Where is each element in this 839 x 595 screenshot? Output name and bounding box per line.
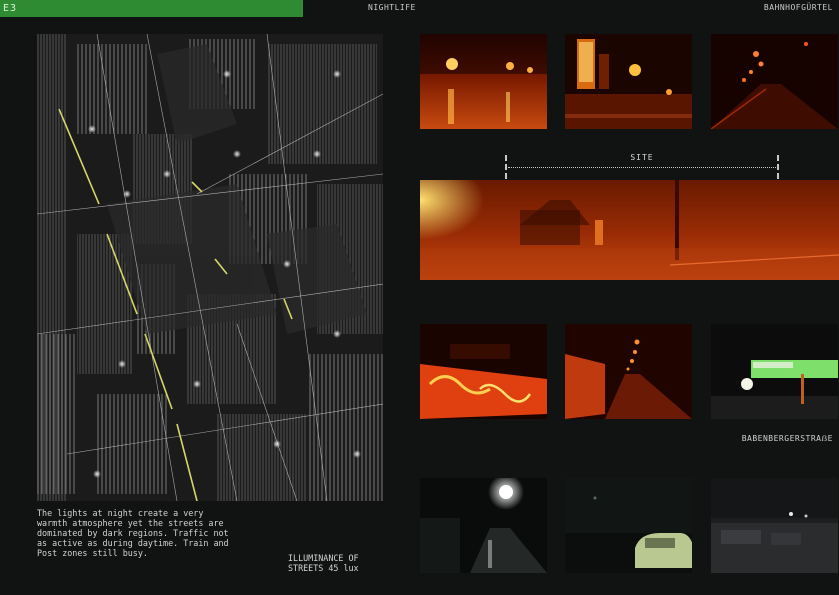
site-marker: SITE: [505, 153, 779, 181]
photo-white-streetlamp: [420, 478, 547, 573]
site-line: [508, 167, 776, 168]
place-title: BAHNHOFGÜRTEL: [763, 3, 833, 12]
photo-road-perspective: [711, 34, 838, 129]
photo-illuminated-billboard: [711, 324, 838, 419]
photo-graffiti-wall: [420, 324, 547, 419]
photo-site-panorama: [420, 180, 839, 280]
illuminance-label: ILLUMINANCE OF STREETS 45 lux: [288, 553, 359, 573]
header-bar: E3 NIGHTLIFE BAHNHOFGÜRTEL: [0, 0, 839, 17]
street-label: BABENBERGERSTRAẞE: [741, 434, 833, 443]
photo-parked-car-dark: [565, 478, 692, 573]
night-map: [37, 34, 383, 501]
sheet-tag: E3: [0, 0, 303, 17]
night-map-drawing: [37, 34, 383, 501]
night-description: The lights at night create a very warmth…: [37, 508, 229, 558]
photo-bus-stop-lights: [565, 34, 692, 129]
section-title: NIGHTLIFE: [368, 3, 416, 12]
photo-street-wet-night: [420, 34, 547, 129]
site-label: SITE: [630, 153, 654, 162]
photo-dark-parking: [711, 478, 838, 573]
photo-street-graffiti-lamps: [565, 324, 692, 419]
site-bracket-right: [777, 155, 779, 179]
